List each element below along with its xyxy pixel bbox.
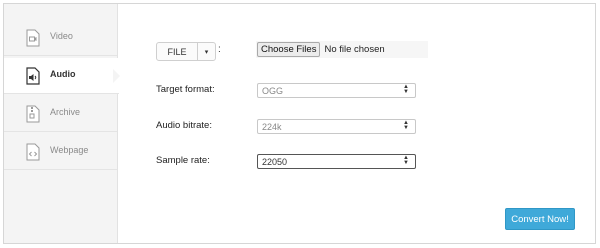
select-arrows-icon: ▲ ▼	[403, 155, 409, 166]
audio-bitrate-value: 224k	[262, 121, 282, 132]
sidebar-item-video[interactable]: Video	[4, 20, 117, 56]
archive-file-icon	[26, 105, 40, 123]
sidebar-item-label: Archive	[50, 107, 81, 117]
webpage-file-icon	[26, 143, 40, 161]
video-file-icon	[26, 29, 40, 47]
source-type-label[interactable]: FILE	[157, 43, 198, 60]
sidebar-item-audio[interactable]: Audio	[4, 58, 120, 94]
sample-rate-select[interactable]: 22050 ▲ ▼	[257, 154, 416, 169]
audio-bitrate-label: Audio bitrate:	[156, 120, 212, 131]
target-format-value: OGG	[262, 85, 284, 96]
audio-bitrate-select[interactable]: 224k ▲ ▼	[257, 119, 416, 134]
sample-rate-value: 22050	[262, 156, 288, 167]
sidebar-item-label: Video	[50, 31, 73, 41]
select-arrows-icon: ▲ ▼	[403, 120, 409, 131]
target-format-label: Target format:	[156, 84, 215, 95]
sidebar-item-label: Audio	[50, 69, 76, 79]
target-format-select[interactable]: OGG ▲ ▼	[257, 83, 416, 98]
choose-files-button[interactable]: Choose Files	[257, 42, 321, 57]
source-type-dropdown[interactable]: FILE ▾	[156, 42, 216, 61]
select-arrows-icon: ▲ ▼	[403, 84, 409, 95]
source-colon: :	[218, 44, 221, 55]
sidebar-item-archive[interactable]: Archive	[4, 96, 117, 132]
sidebar-item-webpage[interactable]: Webpage	[4, 134, 117, 170]
sample-rate-label: Sample rate:	[156, 155, 210, 166]
file-status-text: No file chosen	[324, 44, 385, 55]
chevron-down-icon[interactable]: ▾	[198, 43, 215, 60]
audio-file-icon	[26, 67, 40, 85]
sidebar-item-label: Webpage	[50, 145, 89, 155]
convert-now-button[interactable]: Convert Now!	[505, 208, 575, 230]
sidebar: Video Audio Archive Webpage	[4, 4, 120, 243]
file-input[interactable]: Choose Files No file chosen	[256, 41, 428, 58]
